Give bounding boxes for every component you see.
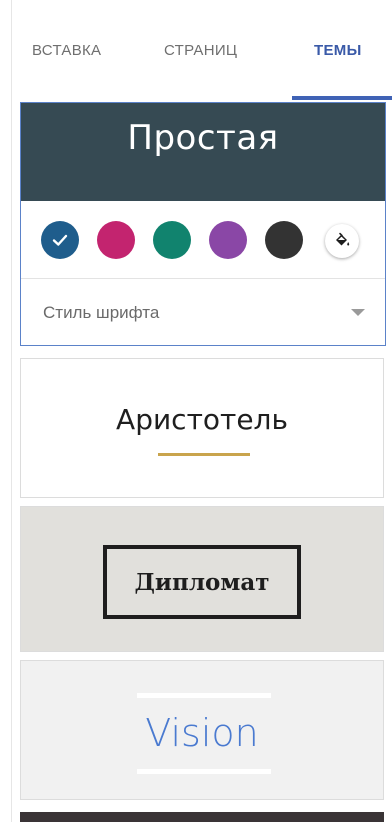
theme-card-simple[interactable]: Простая Стиль шрифта [20, 102, 386, 346]
theme-name: Дипломат [134, 568, 270, 596]
font-style-dropdown[interactable]: Стиль шрифта [21, 279, 385, 345]
tab-insert[interactable]: ВСТАВКА [32, 0, 101, 100]
tab-pages[interactable]: СТРАНИЦ [164, 0, 237, 100]
theme-name: Vision [145, 711, 259, 755]
tab-bar: ВСТАВКА СТРАНИЦ ТЕМЫ [12, 0, 392, 100]
chevron-down-icon [351, 309, 365, 316]
theme-card-next[interactable] [20, 812, 384, 822]
paint-bucket-icon [336, 232, 350, 246]
color-swatch-black[interactable] [265, 221, 303, 259]
panel-left-edge [0, 0, 12, 822]
color-swatch-blue[interactable] [41, 221, 79, 259]
theme-accent-line [158, 453, 250, 456]
theme-card-vision[interactable]: Vision [20, 660, 384, 800]
themes-list[interactable]: Простая Стиль шрифта Аристотель Дипломат… [12, 100, 392, 822]
custom-color-button[interactable] [325, 224, 359, 258]
theme-card-aristotle[interactable]: Аристотель [20, 358, 384, 498]
theme-name: Простая [127, 118, 279, 158]
color-swatch-purple[interactable] [209, 221, 247, 259]
font-style-label: Стиль шрифта [43, 303, 160, 322]
theme-name: Аристотель [116, 403, 288, 436]
theme-accent-line [137, 769, 271, 774]
theme-preview-simple[interactable]: Простая [21, 103, 385, 201]
tab-themes[interactable]: ТЕМЫ [314, 0, 362, 100]
theme-card-diplomat[interactable]: Дипломат [20, 506, 384, 652]
theme-title-frame: Дипломат [103, 545, 301, 619]
color-swatch-green[interactable] [153, 221, 191, 259]
color-swatches [21, 201, 385, 279]
theme-accent-line [137, 693, 271, 698]
check-icon [52, 234, 68, 246]
themes-panel: ВСТАВКА СТРАНИЦ ТЕМЫ Простая Стиль шрифт… [0, 0, 392, 822]
color-swatch-pink[interactable] [97, 221, 135, 259]
